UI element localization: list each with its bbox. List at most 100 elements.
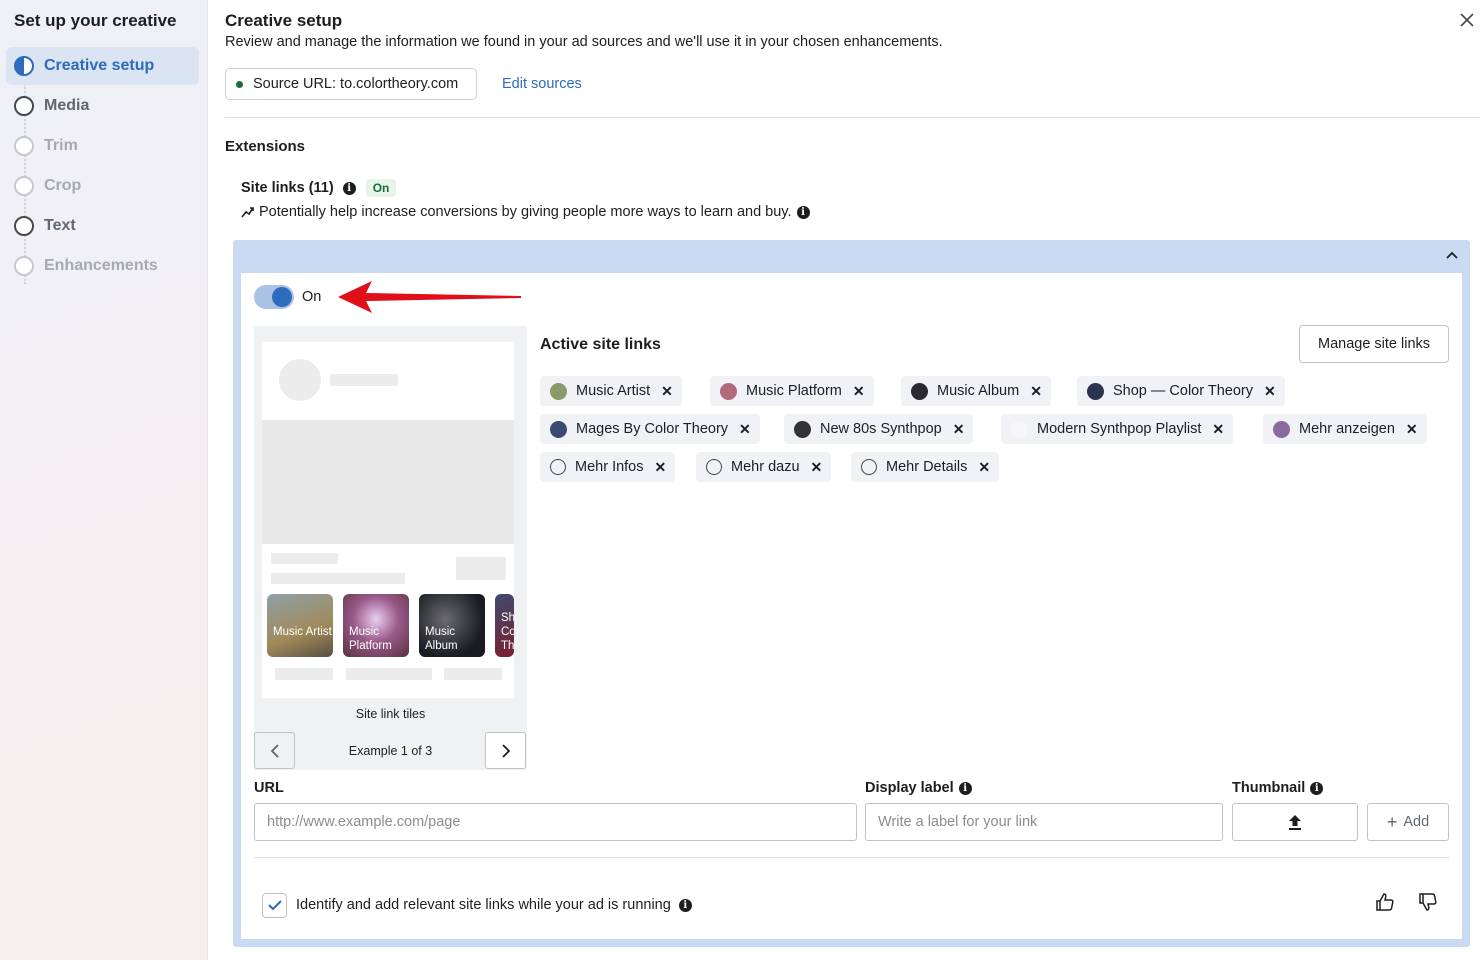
remove-icon[interactable]: ✕ — [655, 459, 667, 476]
info-icon[interactable]: i — [342, 181, 356, 195]
half-circle-icon — [14, 56, 34, 76]
site-link-chip: Mehr anzeigen ✕ — [1263, 414, 1427, 444]
add-site-link-button[interactable]: + Add — [1367, 803, 1449, 841]
source-url-label: Source URL: to.colortheory.com — [253, 76, 459, 92]
avatar — [911, 382, 928, 400]
avatar — [1011, 420, 1028, 438]
step-label: Enhancements — [44, 257, 158, 274]
status-badge: On — [365, 179, 397, 197]
manage-site-links-button[interactable]: Manage site links — [1299, 325, 1449, 363]
tile-music-album: Music Album — [419, 594, 485, 657]
extensions-heading: Extensions — [225, 138, 306, 155]
circle-icon — [14, 256, 34, 276]
active-site-links-heading: Active site links — [540, 336, 661, 353]
display-label-row: Display label i — [865, 780, 972, 796]
sparkle-icon — [861, 459, 877, 475]
main-panel: Creative setup Review and manage the inf… — [208, 0, 1480, 960]
site-links-toggle[interactable] — [254, 285, 294, 309]
info-icon[interactable]: i — [958, 781, 972, 795]
avatar — [550, 420, 567, 438]
site-links-title: Site links (11) — [241, 180, 334, 196]
remove-icon[interactable]: ✕ — [1406, 421, 1418, 438]
site-link-chip: Shop — Color Theory ✕ — [1077, 376, 1285, 406]
site-link-chip: New 80s Synthpop ✕ — [784, 414, 974, 444]
site-links-editor: On Music Artist Music Platform Music Alb… — [241, 273, 1462, 939]
trend-up-icon — [241, 207, 254, 218]
thumbnail-label: Thumbnail — [1232, 780, 1306, 796]
divider — [254, 857, 1449, 858]
auto-add-checkbox[interactable] — [262, 893, 287, 918]
remove-icon[interactable]: ✕ — [953, 421, 965, 438]
info-icon[interactable]: i — [678, 898, 692, 912]
site-link-chip: Mages By Color Theory ✕ — [540, 414, 760, 444]
next-example-button[interactable] — [485, 732, 526, 769]
source-url-chip[interactable]: Source URL: to.colortheory.com — [225, 68, 477, 100]
remove-icon[interactable]: ✕ — [811, 459, 823, 476]
tile-music-artist: Music Artist — [267, 594, 333, 657]
remove-icon[interactable]: ✕ — [1212, 421, 1224, 438]
upload-icon — [1289, 815, 1301, 830]
step-enhancements: Enhancements — [6, 247, 199, 285]
remove-icon[interactable]: ✕ — [661, 383, 673, 400]
site-links-title-row: Site links (11) i On — [241, 179, 397, 197]
remove-icon[interactable]: ✕ — [978, 459, 990, 476]
display-label-input[interactable]: Write a label for your link — [865, 803, 1223, 841]
mock-phone: Music Artist Music Platform Music Album … — [262, 342, 514, 698]
circle-icon — [14, 96, 34, 116]
site-link-preview: Music Artist Music Platform Music Album … — [254, 326, 527, 770]
step-label: Trim — [44, 137, 78, 154]
site-link-chip: Music Album ✕ — [901, 376, 1051, 406]
step-label: Text — [44, 217, 76, 234]
red-arrow-annotation — [338, 281, 521, 313]
remove-icon[interactable]: ✕ — [1264, 383, 1276, 400]
step-crop: Crop — [6, 167, 199, 205]
step-text[interactable]: Text — [6, 207, 199, 245]
auto-add-label-row: Identify and add relevant site links whi… — [296, 897, 692, 913]
avatar — [1273, 420, 1290, 438]
circle-icon — [14, 176, 34, 196]
chevron-right-icon — [501, 743, 510, 758]
step-creative-setup[interactable]: Creative setup — [6, 47, 199, 85]
display-label-label: Display label — [865, 780, 954, 796]
circle-icon — [14, 216, 34, 236]
url-input[interactable]: http://www.example.com/page — [254, 803, 857, 841]
close-icon[interactable] — [1458, 11, 1476, 29]
tile-shop: Sh Co Th — [495, 594, 514, 657]
auto-add-label: Identify and add relevant site links whi… — [296, 897, 671, 913]
sidebar: Set up your creative Creative setup Medi… — [0, 0, 208, 960]
step-label: Creative setup — [44, 57, 155, 74]
page-title: Creative setup — [225, 11, 343, 30]
thumbs-down-icon[interactable] — [1417, 891, 1439, 913]
circle-icon — [14, 136, 34, 156]
step-trim: Trim — [6, 127, 199, 165]
avatar — [794, 420, 811, 438]
toggle-label: On — [302, 289, 322, 305]
info-icon[interactable]: i — [796, 205, 810, 219]
preview-caption: Site link tiles — [355, 707, 426, 721]
remove-icon[interactable]: ✕ — [853, 383, 865, 400]
step-label: Crop — [44, 177, 82, 194]
toggle-knob — [272, 287, 292, 307]
thumbnail-label-row: Thumbnail i — [1232, 780, 1324, 796]
avatar — [550, 382, 567, 400]
sidebar-title: Set up your creative — [14, 11, 177, 30]
step-media[interactable]: Media — [6, 87, 199, 125]
status-dot-icon — [236, 80, 243, 88]
site-link-chip: Mehr Infos ✕ — [540, 452, 676, 482]
site-link-chip: Mehr dazu ✕ — [696, 452, 832, 482]
chevron-up-icon[interactable] — [1446, 251, 1458, 259]
thumbs-up-icon[interactable] — [1374, 891, 1396, 913]
site-links-panel: On Music Artist Music Platform Music Alb… — [233, 240, 1470, 947]
upload-thumbnail-button[interactable] — [1232, 803, 1358, 841]
edit-sources-link[interactable]: Edit sources — [502, 76, 582, 92]
site-links-card: Site links (11) i On Potentially help in… — [225, 160, 1480, 960]
checkmark-icon — [267, 900, 282, 911]
remove-icon[interactable]: ✕ — [739, 421, 751, 438]
url-label: URL — [254, 780, 284, 796]
step-label: Media — [44, 97, 90, 114]
tile-music-platform: Music Platform — [343, 594, 409, 657]
site-links-description: Potentially help increase conversions by… — [259, 204, 792, 220]
remove-icon[interactable]: ✕ — [1030, 383, 1042, 400]
site-links-description-row: Potentially help increase conversions by… — [241, 204, 810, 220]
info-icon[interactable]: i — [1310, 781, 1324, 795]
